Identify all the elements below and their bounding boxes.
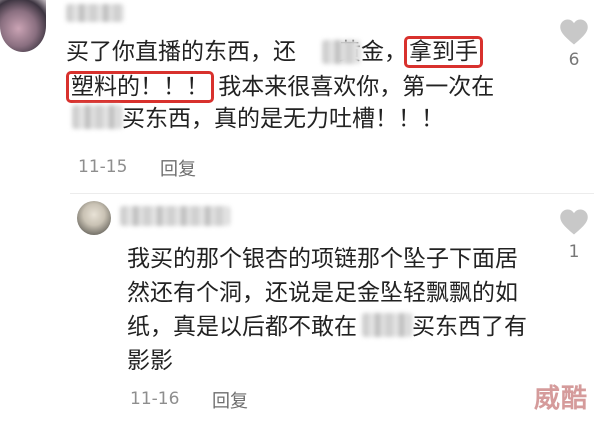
redacted-text	[362, 313, 412, 337]
redacted-username[interactable]	[120, 206, 230, 226]
avatar[interactable]	[0, 0, 46, 52]
comment-date: 11-16	[130, 389, 180, 409]
comment-text: 买了你直播的东西，还	[66, 39, 296, 65]
highlighted-text: 塑料的！！！	[66, 71, 214, 103]
redacted-username[interactable]	[66, 4, 124, 22]
redacted-text	[322, 40, 360, 64]
avatar[interactable]	[77, 201, 111, 235]
watermark-logo: 威酷	[533, 384, 588, 414]
comment-1-line-1: 买了你直播的东西，还 黄金，拿到手	[66, 36, 483, 68]
comment-2-line-1: 我买的那个银杏的项链那个坠子下面居	[127, 246, 518, 272]
comment-1-line-3: 买东西，真的是无力吐槽！！！	[122, 106, 444, 132]
comment-2-line-3a: 纸，真是以后都不敢在	[127, 314, 357, 340]
comment-text: 我本来很喜欢你，第一次在	[211, 74, 495, 100]
comment-2-line-2: 然还有个洞，还说是足金坠轻飘飘的如	[127, 280, 518, 306]
comment-2-line-4: 影影	[127, 348, 173, 374]
like-heart-icon[interactable]	[559, 18, 589, 46]
comment-1-line-2: 塑料的！！！ 我本来很喜欢你，第一次在	[66, 71, 495, 103]
reply-button[interactable]: 回复	[160, 155, 196, 181]
comment-date: 11-15	[78, 157, 128, 177]
like-count: 1	[568, 242, 580, 262]
divider	[70, 193, 594, 194]
like-heart-icon[interactable]	[559, 208, 589, 236]
highlighted-text: 拿到手	[404, 36, 483, 68]
comment-2-line-3b: 买东西了有	[412, 314, 527, 340]
redacted-text	[72, 105, 122, 129]
like-count: 6	[568, 50, 580, 70]
reply-button[interactable]: 回复	[212, 387, 248, 413]
